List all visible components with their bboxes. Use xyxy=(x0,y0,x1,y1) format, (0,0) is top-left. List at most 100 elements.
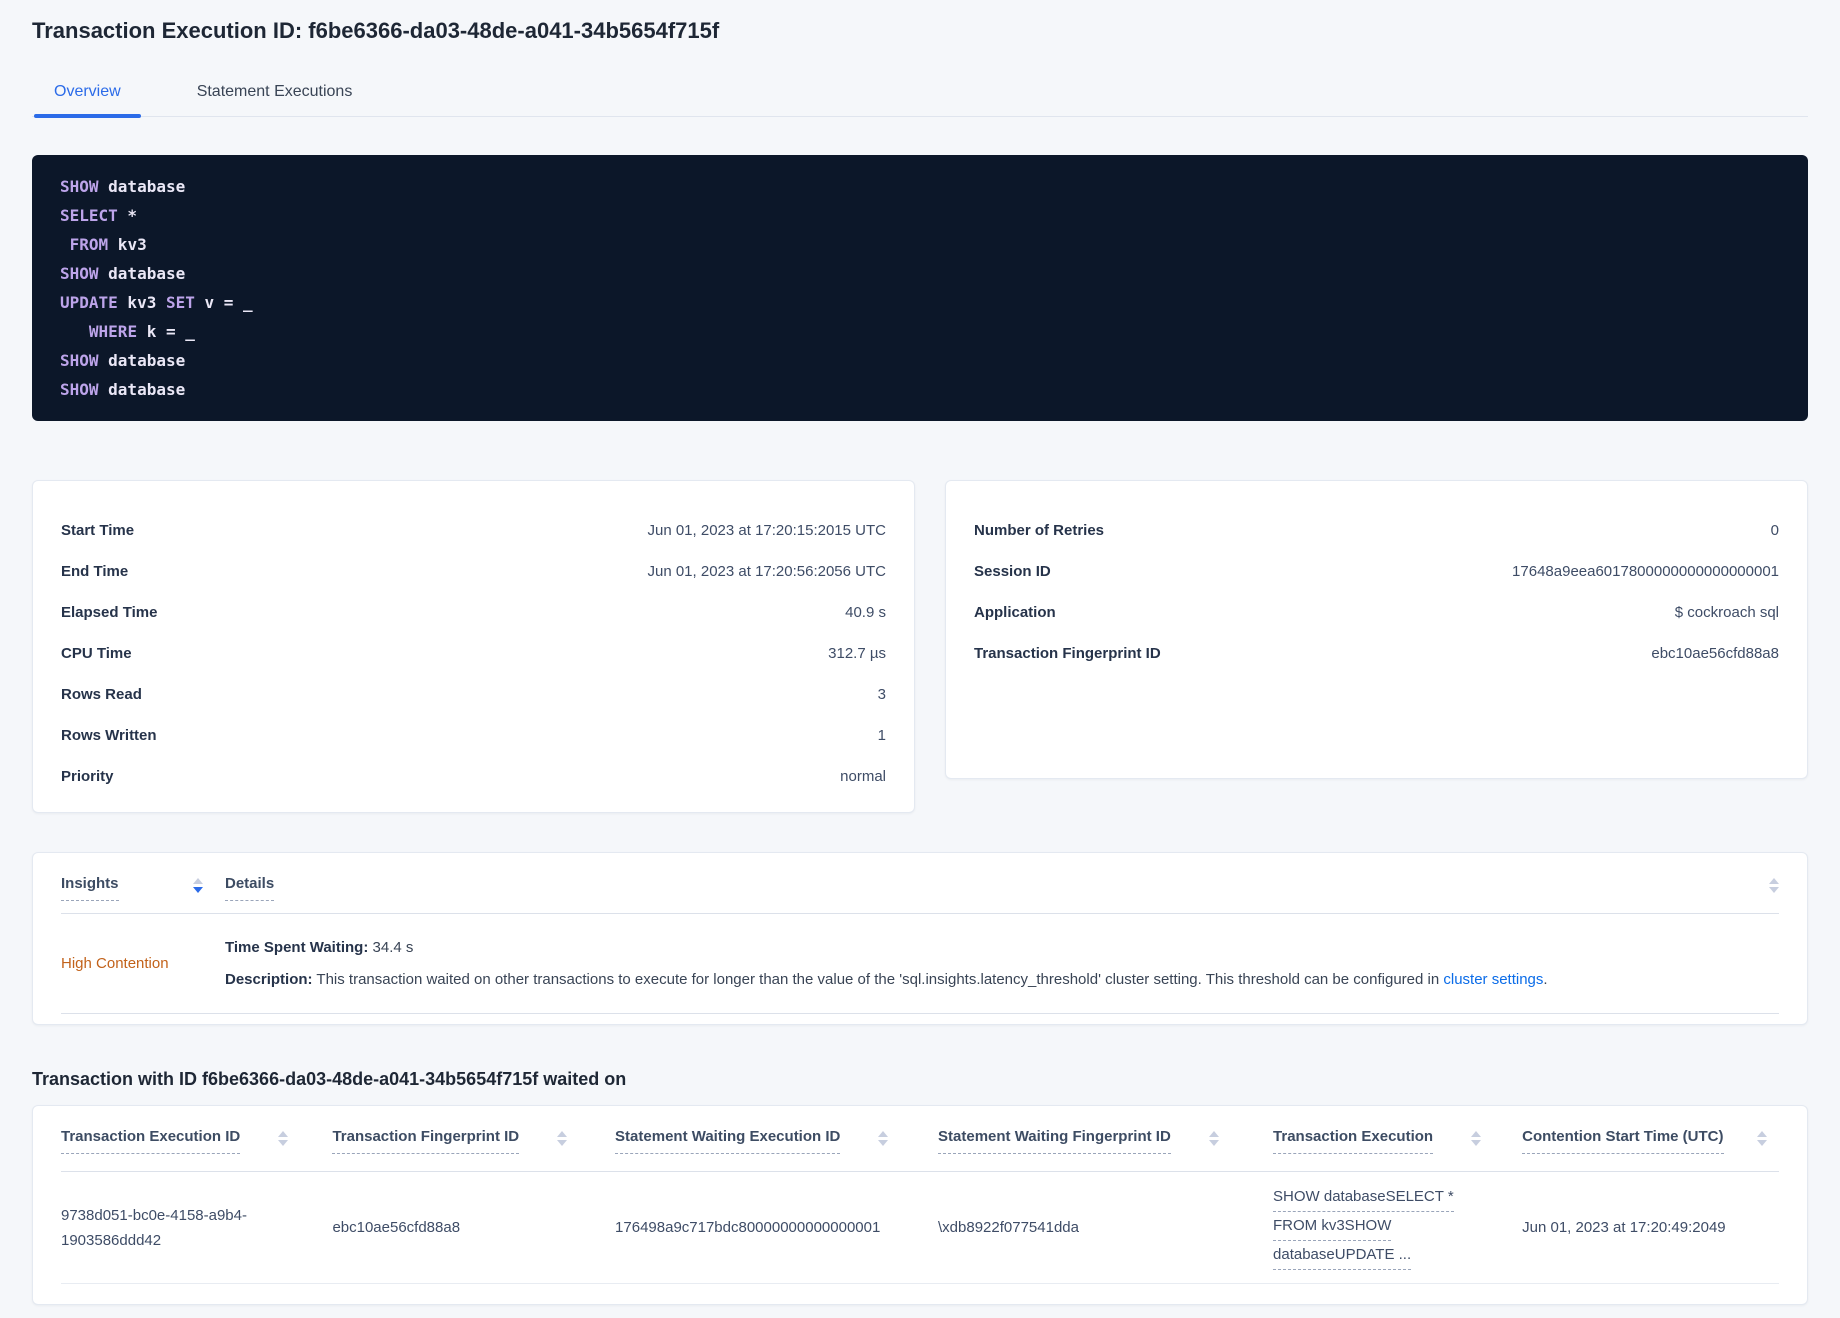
sort-icon[interactable] xyxy=(557,1131,568,1146)
sort-up-arrow xyxy=(278,1131,289,1137)
waited-on-table-header: Transaction Execution ID Transaction Fin… xyxy=(61,1106,1779,1172)
summary-row: Priority normal xyxy=(61,767,886,786)
session-id-value: 17648a9eea6017800000000000000001 xyxy=(1512,563,1779,580)
sort-icon[interactable] xyxy=(878,1131,889,1146)
waited-on-table-card: Transaction Execution ID Transaction Fin… xyxy=(32,1105,1808,1305)
description-end: . xyxy=(1543,971,1548,988)
page-title: Transaction Execution ID: f6be6366-da03-… xyxy=(32,18,720,43)
sort-down-arrow xyxy=(278,1140,289,1146)
rows-read-value: 3 xyxy=(877,686,886,703)
retries-label: Number of Retries xyxy=(974,522,1105,539)
column-header-transaction-execution: Transaction Execution xyxy=(1273,1128,1522,1154)
sort-down-arrow xyxy=(1208,1140,1219,1146)
insights-table-card: Insights Details High Contention Time Sp… xyxy=(32,852,1808,1025)
transaction-fingerprint-id-label: Transaction Fingerprint ID xyxy=(974,645,1161,662)
sort-down-arrow xyxy=(1471,1140,1482,1146)
transaction-execution-line[interactable]: SHOW databaseSELECT * xyxy=(1273,1184,1454,1212)
summary-row: Number of Retries 0 xyxy=(974,521,1779,540)
details-column-header: Details xyxy=(225,875,275,901)
session-summary-card: Number of Retries 0 Session ID 17648a9ee… xyxy=(945,480,1808,779)
waited-on-table-row: 9738d051-bc0e-4158-a9b4-1903586ddd42 ebc… xyxy=(61,1172,1779,1284)
cell-statement-waiting-fingerprint-id: \xdb8922f077541dda xyxy=(938,1219,1079,1236)
sort-up-arrow xyxy=(193,878,203,884)
sql-line: WHERE k = _ xyxy=(88,322,195,341)
elapsed-time-value: 40.9 s xyxy=(845,604,886,621)
summary-row: Start Time Jun 01, 2023 at 17:20:15:2015… xyxy=(61,521,886,540)
elapsed-time-label: Elapsed Time xyxy=(61,604,158,621)
priority-value: normal xyxy=(840,768,886,785)
sort-icon[interactable] xyxy=(1769,878,1779,893)
waited-on-heading: Transaction with ID f6be6366-da03-48de-a… xyxy=(32,1069,627,1089)
sort-icon[interactable] xyxy=(1471,1131,1482,1146)
transaction-execution-line[interactable]: databaseUPDATE ... xyxy=(1273,1242,1412,1270)
sort-down-arrow xyxy=(557,1140,568,1146)
column-header-transaction-fingerprint-id: Transaction Fingerprint ID xyxy=(332,1128,615,1154)
sql-statements: SHOW database SELECT * FROM kv3 SHOW datab… xyxy=(32,155,1808,421)
end-time-label: End Time xyxy=(61,563,129,580)
cell-transaction-execution-link[interactable]: SHOW databaseSELECT * FROM kv3SHOW datab… xyxy=(1273,1184,1522,1271)
column-label[interactable]: Statement Waiting Execution ID xyxy=(615,1128,841,1154)
sort-down-arrow xyxy=(1757,1140,1767,1146)
column-label[interactable]: Transaction Fingerprint ID xyxy=(332,1128,520,1154)
rows-read-label: Rows Read xyxy=(61,686,142,703)
sql-line: SHOW database xyxy=(60,264,186,283)
insights-column-label[interactable]: Insights xyxy=(61,875,119,901)
column-header-statement-waiting-fingerprint-id: Statement Waiting Fingerprint ID xyxy=(938,1128,1273,1154)
transaction-fingerprint-id-link[interactable]: ebc10ae56cfd88a8 xyxy=(1651,644,1779,663)
transaction-details-page: Transaction Execution ID: f6be6366-da03-… xyxy=(0,0,1840,1305)
sql-line: FROM kv3 xyxy=(69,235,147,254)
cluster-settings-link[interactable]: cluster settings xyxy=(1443,971,1543,988)
cell-transaction-execution-id: 9738d051-bc0e-4158-a9b4-1903586ddd42 xyxy=(61,1206,247,1249)
sort-up-arrow xyxy=(1208,1131,1219,1137)
tab-statement-executions[interactable]: Statement Executions xyxy=(175,74,375,116)
execution-summary-card: Start Time Jun 01, 2023 at 17:20:15:2015… xyxy=(32,480,915,813)
summary-row: End Time Jun 01, 2023 at 17:20:56:2056 U… xyxy=(61,562,886,581)
tab-overview[interactable]: Overview xyxy=(32,74,143,118)
summary-cards-row: Start Time Jun 01, 2023 at 17:20:15:2015… xyxy=(32,480,1808,813)
sort-up-arrow xyxy=(1471,1131,1482,1137)
application-label: Application xyxy=(974,604,1056,621)
cpu-time-value: 312.7 µs xyxy=(828,645,886,662)
sql-line: SELECT * xyxy=(60,206,138,225)
sort-up-arrow xyxy=(557,1131,568,1137)
summary-row: Transaction Fingerprint ID ebc10ae56cfd8… xyxy=(974,644,1779,663)
insight-type: High Contention xyxy=(61,955,169,972)
description-text: This transaction waited on other transac… xyxy=(312,971,1444,988)
sort-icon[interactable] xyxy=(278,1131,289,1146)
description-label: Description: xyxy=(225,971,313,988)
sort-up-arrow xyxy=(878,1131,889,1137)
column-label[interactable]: Statement Waiting Fingerprint ID xyxy=(938,1128,1171,1154)
priority-label: Priority xyxy=(61,768,114,785)
column-header-statement-waiting-execution-id: Statement Waiting Execution ID xyxy=(615,1128,938,1154)
summary-row: Elapsed Time 40.9 s xyxy=(61,603,886,622)
summary-row: Session ID 17648a9eea6017800000000000000… xyxy=(974,562,1779,581)
insight-details: Time Spent Waiting: 34.4 s Description: … xyxy=(225,938,1779,989)
sql-line: SHOW database xyxy=(60,351,186,370)
sql-line: SHOW database xyxy=(60,380,186,399)
sort-down-arrow xyxy=(1769,887,1779,893)
sort-icon[interactable] xyxy=(1757,1131,1767,1146)
insight-row: High Contention Time Spent Waiting: 34.4… xyxy=(61,914,1779,1014)
sort-icon[interactable] xyxy=(193,878,203,893)
column-label[interactable]: Transaction Execution ID xyxy=(61,1128,241,1154)
rows-written-value: 1 xyxy=(877,727,886,744)
tab-bar: Overview Statement Executions xyxy=(32,74,1808,118)
summary-row: CPU Time 312.7 µs xyxy=(61,644,886,663)
sql-line: UPDATE kv3 SET v = _ xyxy=(60,293,253,312)
details-column-label[interactable]: Details xyxy=(225,875,275,901)
column-label[interactable]: Contention Start Time (UTC) xyxy=(1522,1128,1724,1154)
column-label[interactable]: Transaction Execution xyxy=(1273,1128,1434,1154)
transaction-execution-line[interactable]: FROM kv3SHOW xyxy=(1273,1213,1392,1241)
sort-up-arrow xyxy=(1769,878,1779,884)
waiting-label: Time Spent Waiting: xyxy=(225,939,369,956)
cell-statement-waiting-execution-id: 176498a9c717bdc80000000000000001 xyxy=(615,1219,881,1236)
column-header-contention-start-time: Contention Start Time (UTC) xyxy=(1522,1128,1779,1154)
cell-transaction-fingerprint-id: ebc10ae56cfd88a8 xyxy=(332,1219,461,1236)
start-time-value: Jun 01, 2023 at 17:20:15:2015 UTC xyxy=(647,522,886,539)
application-value: $ cockroach sql xyxy=(1674,604,1779,621)
sort-icon[interactable] xyxy=(1208,1131,1219,1146)
start-time-label: Start Time xyxy=(61,522,135,539)
summary-row: Rows Written 1 xyxy=(61,726,886,745)
column-header-transaction-execution-id: Transaction Execution ID xyxy=(61,1128,332,1154)
insight-description: Description: This transaction waited on … xyxy=(225,970,1779,989)
